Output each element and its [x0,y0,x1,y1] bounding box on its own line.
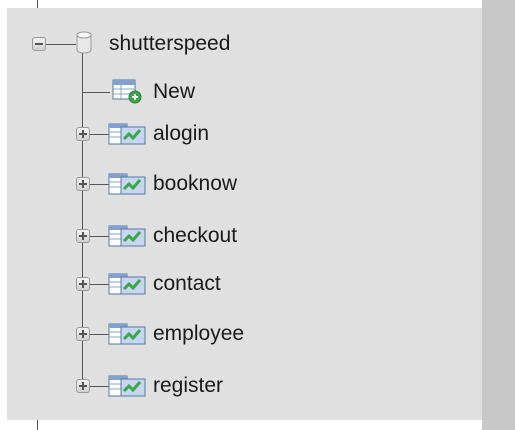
tree-node-table[interactable]: checkout [0,212,475,260]
table-icon [108,323,146,345]
tree-node-table[interactable]: booknow [0,160,475,208]
expand-toggle[interactable] [76,327,90,341]
table-label[interactable]: alogin [153,122,209,146]
table-icon [108,225,146,247]
table-icon [108,273,146,295]
table-label[interactable]: contact [153,272,221,296]
tree-node-table[interactable]: contact [0,260,475,308]
tree-branch [46,44,76,45]
database-label[interactable]: shutterspeed [109,32,230,56]
expand-toggle[interactable] [76,277,90,291]
tree-node-new[interactable]: New [0,68,475,116]
table-icon [108,123,146,145]
table-label[interactable]: employee [153,322,244,346]
table-label[interactable]: booknow [153,172,237,196]
new-table-icon [112,79,142,104]
tree-branch [82,92,110,93]
expand-toggle[interactable] [76,229,90,243]
table-icon [108,173,146,195]
tree-node-table[interactable]: employee [0,310,475,358]
table-label[interactable]: checkout [153,224,237,248]
collapse-toggle[interactable] [32,37,46,51]
navigation-resize-strip[interactable] [482,0,515,430]
database-icon [76,31,92,54]
tree-node-table[interactable]: register [0,362,475,410]
expand-toggle[interactable] [76,177,90,191]
expand-toggle[interactable] [76,379,90,393]
navigation-panel: shutterspeed New alogin booknow checkout… [0,0,515,430]
new-table-label[interactable]: New [153,80,195,104]
table-label[interactable]: register [153,374,223,398]
expand-toggle[interactable] [76,127,90,141]
table-icon [108,375,146,397]
tree-node-database[interactable]: shutterspeed [0,20,475,68]
tree-node-table[interactable]: alogin [0,110,475,158]
